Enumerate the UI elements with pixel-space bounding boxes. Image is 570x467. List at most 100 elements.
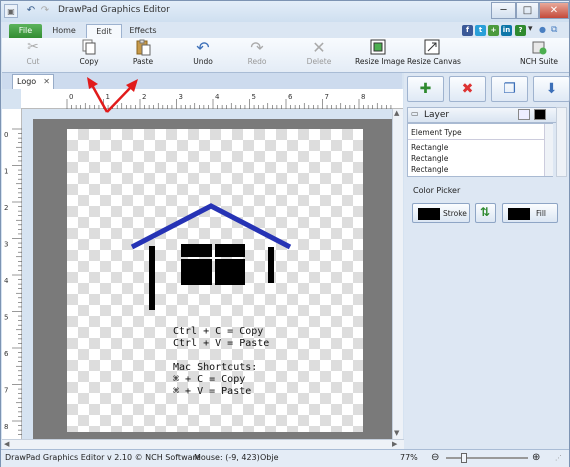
swap-colors-button[interactable]: ⇅ [475, 203, 496, 223]
ruler-label: 8 [361, 93, 365, 101]
paste-icon [134, 39, 152, 56]
help-icon[interactable]: ? [515, 25, 526, 36]
tab-edit[interactable]: Edit [86, 24, 122, 39]
ruler-label: 3 [179, 93, 183, 101]
layer-panel-title: Layer [424, 110, 450, 120]
drawing-canvas[interactable]: Ctrl + C = Copy Ctrl + V = Paste Mac Sho… [67, 129, 363, 432]
left-wall [149, 246, 155, 310]
zoom-out-icon[interactable]: ⊖ [431, 452, 439, 463]
shortcut-text-block: Ctrl + C = Copy Ctrl + V = Paste Mac Sho… [173, 326, 269, 398]
duplicate-layer-button[interactable]: ❐ [491, 76, 528, 102]
layer-list-scrollbar[interactable] [544, 124, 553, 176]
duplicate-layer-icon: ❐ [503, 81, 516, 97]
window-pane-tl [181, 244, 212, 257]
add-layer-icon: ✚ [419, 81, 432, 97]
scroll-left-icon[interactable]: ◀ [4, 440, 9, 448]
cut-label: Cut [26, 57, 40, 66]
window-pane-br [215, 259, 245, 285]
facebook-icon[interactable]: f [462, 25, 473, 36]
undo-quick-icon[interactable]: ↶ [25, 4, 37, 18]
layer-row[interactable]: Rectangle [411, 154, 448, 163]
add-layer-button[interactable]: ✚ [407, 76, 444, 102]
resize-canvas-button[interactable]: Resize Canvas [407, 39, 461, 71]
minimize-button[interactable]: ─ [491, 2, 516, 19]
stroke-label: Stroke [443, 209, 467, 218]
maximize-button[interactable]: □ [516, 2, 539, 19]
zoom-slider-thumb[interactable] [461, 453, 467, 463]
resize-image-button[interactable]: Resize Image [355, 39, 405, 71]
copy-icon [80, 39, 98, 56]
copy-button[interactable]: Copy [74, 39, 104, 71]
tab-home[interactable]: Home [47, 24, 81, 39]
stroke-color-button[interactable]: Stroke [412, 203, 470, 223]
layer-list-divider [408, 139, 552, 140]
window-title: DrawPad Graphics Editor [58, 5, 170, 15]
ruler-label: 0 [4, 131, 8, 139]
redo-button[interactable]: ↷ Redo [242, 39, 272, 71]
undo-button[interactable]: ↶ Undo [188, 39, 218, 71]
redo-label: Redo [247, 57, 267, 66]
merge-layer-button[interactable]: ⬇ [533, 76, 570, 102]
layer-panel-header: ▭ Layer [407, 107, 557, 123]
scroll-up-icon[interactable]: ▲ [394, 109, 399, 117]
zoom-slider-track[interactable] [446, 457, 528, 459]
delete-button[interactable]: ✕ Delete [304, 39, 334, 71]
text-cmd-c: ⌘ + C = Copy [173, 374, 246, 385]
right-panel-scrollbar[interactable] [556, 107, 567, 177]
close-tab-icon[interactable]: ✕ [43, 75, 50, 88]
vertical-ruler-ticks: 0 1 2 3 4 5 6 7 8 [4, 128, 22, 435]
right-panel: ✚ ✖ ❐ ⬇ ▭ Layer Element Type Rectangle R… [404, 73, 570, 449]
document-tab-logo[interactable]: Logo ✕ [12, 74, 54, 89]
app-menu-icon[interactable]: ▣ [4, 4, 18, 18]
ruler-label: 2 [4, 204, 8, 212]
ruler-label: 6 [4, 350, 9, 358]
fill-swatch [508, 208, 530, 220]
horizontal-ruler-ticks: 0 1 2 3 4 5 6 7 8 [66, 93, 392, 109]
twitter-icon[interactable]: t [475, 25, 486, 36]
restore-ribbon-icon[interactable]: ⧉ [551, 25, 557, 35]
linkedin-icon[interactable]: in [501, 25, 512, 36]
horizontal-scrollbar[interactable]: ◀ ▶ [2, 439, 404, 449]
color-picker: Color Picker Stroke ⇅ Fill [407, 181, 567, 233]
tab-file[interactable]: File [9, 24, 42, 39]
title-bar: ▣ ↶ ↷ DrawPad Graphics Editor ─ □ ✕ [1, 1, 569, 22]
text-mac-shortcuts: Mac Shortcuts: [173, 362, 258, 373]
help-dropdown-icon[interactable]: ▾ [528, 24, 533, 34]
layer-select-icon[interactable] [518, 109, 530, 120]
right-wall [268, 247, 274, 283]
ruler-label: 5 [4, 314, 8, 322]
google-plus-icon[interactable]: + [488, 25, 499, 36]
roof-line [130, 203, 292, 250]
options-dot-icon[interactable]: ● [539, 25, 546, 34]
redo-quick-icon[interactable]: ↷ [39, 4, 51, 18]
ruler-label: 6 [288, 93, 293, 101]
cut-button[interactable]: ✂ Cut [18, 39, 48, 71]
delete-layer-button[interactable]: ✖ [449, 76, 486, 102]
close-button[interactable]: ✕ [539, 2, 569, 19]
undo-label: Undo [193, 57, 213, 66]
paste-button[interactable]: Paste [126, 39, 160, 71]
ruler-label: 0 [69, 93, 73, 101]
ruler-label: 7 [325, 93, 329, 101]
layer-visibility-icon[interactable] [534, 109, 546, 120]
layer-collapse-icon[interactable]: ▭ [411, 109, 419, 118]
layer-list-column-header: Element Type [411, 128, 462, 137]
scroll-down-icon[interactable]: ▼ [394, 429, 399, 437]
fill-color-button[interactable]: Fill [502, 203, 558, 223]
nch-suite-button[interactable]: NCH Suite [519, 39, 559, 71]
layer-row[interactable]: Rectangle [411, 143, 448, 152]
tab-effects[interactable]: Effects [125, 24, 161, 39]
scroll-right-icon[interactable]: ▶ [392, 440, 397, 448]
resize-canvas-label: Resize Canvas [407, 57, 461, 66]
vertical-scrollbar[interactable]: ▲ ▼ [392, 109, 403, 439]
scissors-icon: ✂ [27, 39, 39, 55]
status-object: Obje [260, 453, 279, 462]
text-cmd-v: ⌘ + V = Paste [173, 386, 252, 397]
zoom-in-icon[interactable]: ⊕ [532, 452, 540, 463]
paste-label: Paste [132, 57, 154, 66]
layer-row[interactable]: Rectangle [411, 165, 448, 174]
resize-grip-icon[interactable]: ⋰ [555, 454, 562, 462]
nch-suite-label: NCH Suite [519, 57, 559, 66]
delete-layer-icon: ✖ [461, 81, 474, 97]
text-ctrl-c: Ctrl + C = Copy [173, 326, 264, 337]
